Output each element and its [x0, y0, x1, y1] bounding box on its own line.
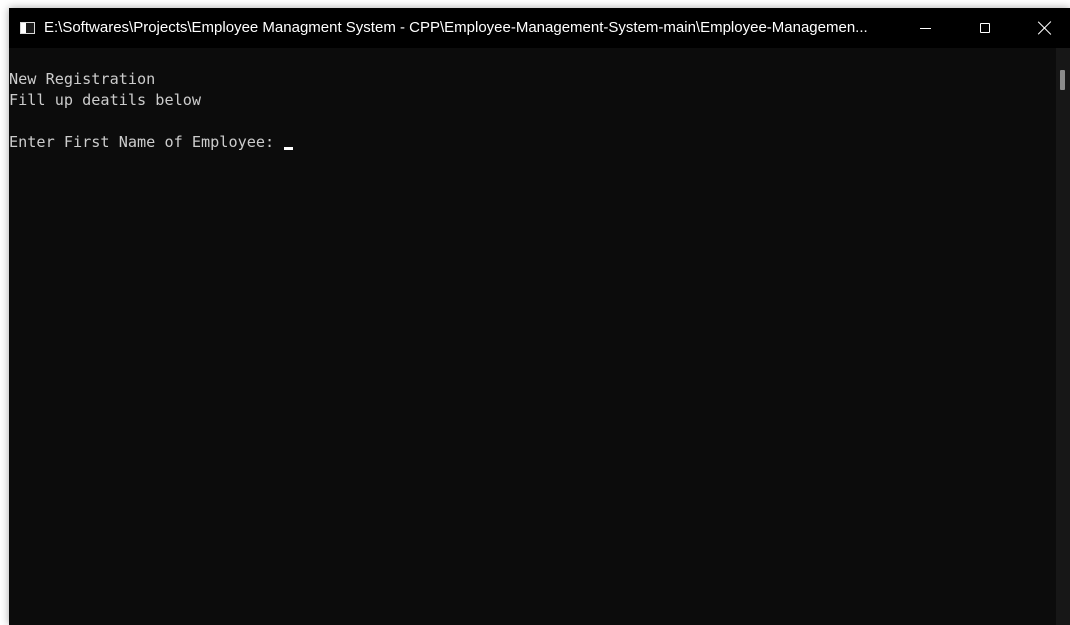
- console-app-icon[interactable]: [20, 22, 35, 34]
- console-line-fill-details: Fill up deatils below: [9, 91, 202, 109]
- maximize-icon: [980, 23, 990, 33]
- console-output[interactable]: New Registration Fill up deatils below E…: [9, 48, 1056, 625]
- title-bar[interactable]: E:\Softwares\Projects\Employee Managment…: [9, 8, 1070, 48]
- console-window: E:\Softwares\Projects\Employee Managment…: [9, 8, 1070, 625]
- console-line-new-registration: New Registration: [9, 70, 156, 88]
- close-button[interactable]: [1015, 8, 1070, 48]
- vertical-scrollbar[interactable]: [1056, 48, 1070, 625]
- close-icon: [1038, 21, 1052, 35]
- scrollbar-thumb[interactable]: [1060, 70, 1065, 90]
- console-prompt-line[interactable]: Enter First Name of Employee:: [9, 132, 294, 153]
- minimize-button[interactable]: [895, 8, 955, 48]
- text-cursor: [284, 147, 294, 150]
- minimize-icon: [919, 27, 931, 29]
- first-name-prompt: Enter First Name of Employee:: [9, 133, 284, 151]
- window-title: E:\Softwares\Projects\Employee Managment…: [44, 19, 868, 36]
- maximize-button[interactable]: [955, 8, 1015, 48]
